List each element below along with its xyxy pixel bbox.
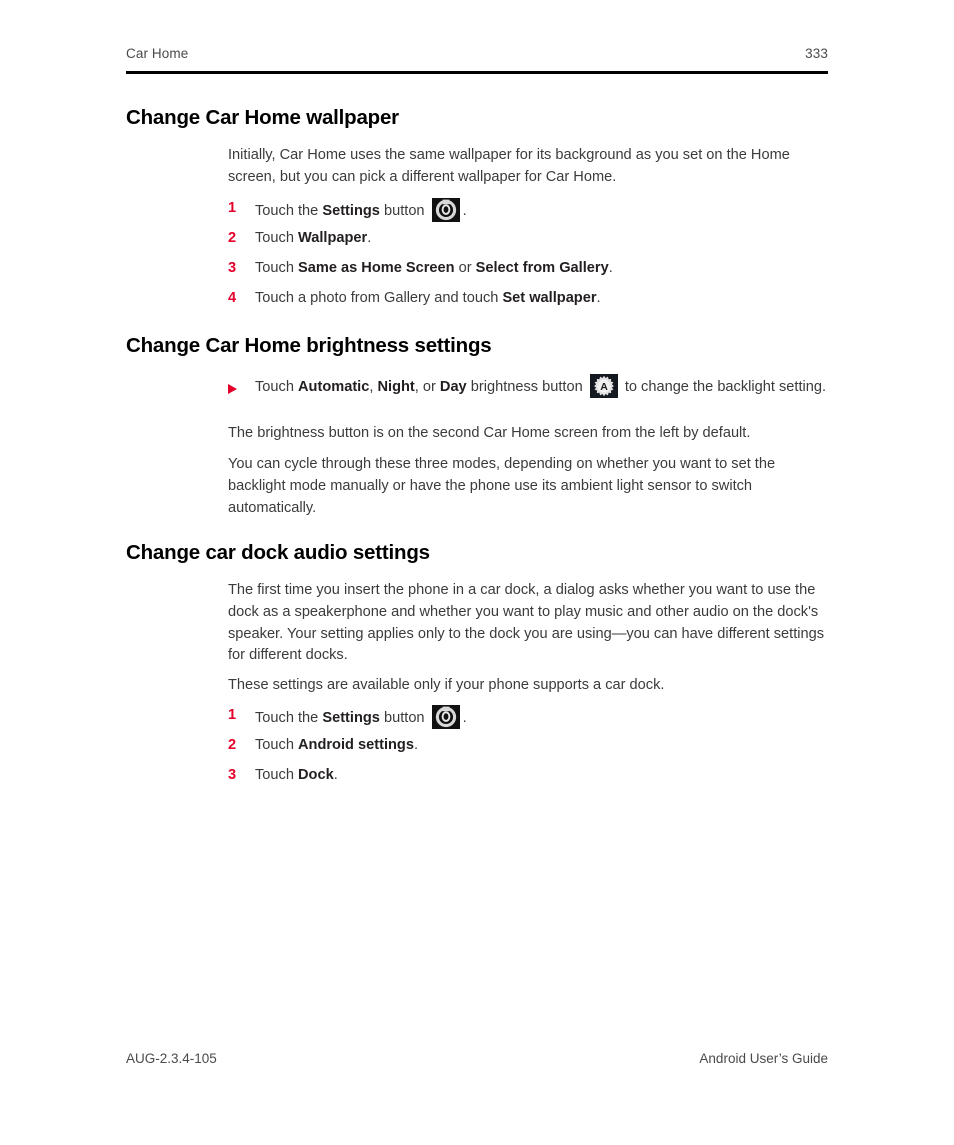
step-text-bold: Wallpaper: [298, 230, 368, 246]
page-footer: AUG-2.3.4-105 Android User’s Guide: [126, 1051, 828, 1066]
step-text-bold: Android settings: [298, 737, 414, 753]
step-text: Touch the Settings button .: [255, 705, 828, 730]
step-text-tail: .: [462, 203, 467, 219]
brightness-note-1: The brightness button is on the second C…: [228, 423, 828, 445]
step-number: 3: [228, 767, 237, 783]
step-text-post: button: [379, 710, 429, 726]
step-text-pre: Touch the: [255, 203, 323, 219]
dock-paragraph-1: The first time you insert the phone in a…: [228, 580, 828, 667]
step-text-pre: Touch: [255, 767, 298, 783]
bullet-text-mid: brightness button: [466, 379, 587, 395]
bullet-bold-automatic: Automatic: [298, 379, 370, 395]
wallpaper-step-2: 2 Touch Wallpaper.: [228, 228, 828, 250]
wallpaper-step-3: 3 Touch Same as Home Screen or Select fr…: [228, 258, 828, 280]
paragraph-text: These settings are available only if you…: [228, 677, 665, 693]
document-page: Car Home 333 Change Car Home wallpaper I…: [0, 0, 954, 1145]
step-text-bold-2: Select from Gallery: [475, 260, 609, 276]
step-text-mid: or: [454, 260, 476, 276]
header-chapter-title: Car Home: [126, 46, 189, 61]
heading-change-car-dock-audio-settings: Change car dock audio settings: [126, 541, 430, 564]
header-page-number: 333: [805, 46, 828, 61]
step-text-pre: Touch: [255, 230, 298, 246]
triangle-bullet-icon: [228, 374, 255, 402]
step-number: 2: [228, 737, 237, 753]
step-text-post: button: [379, 203, 429, 219]
step-text-post: .: [608, 260, 613, 276]
step-text: Touch Same as Home Screen or Select from…: [255, 258, 828, 280]
heading-change-car-home-brightness-settings: Change Car Home brightness settings: [126, 334, 492, 357]
step-text-pre: Touch: [255, 260, 298, 276]
paragraph-text: The brightness button is on the second C…: [228, 425, 751, 441]
bullet-bold-day: Day: [439, 379, 467, 395]
auto-brightness-icon: A: [589, 374, 618, 398]
bullet-text-post: to change the backlight setting.: [620, 379, 827, 395]
dock-paragraph-2: These settings are available only if you…: [228, 675, 828, 697]
dock-step-2: 2 Touch Android settings.: [228, 735, 828, 757]
step-text-pre: Touch: [255, 737, 298, 753]
wallpaper-step-1: 1 Touch the Settings button .: [228, 198, 828, 223]
step-text: Touch the Settings button .: [255, 198, 828, 223]
step-text-tail: .: [462, 710, 467, 726]
step-text-bold: Settings: [322, 203, 380, 219]
step-number: 2: [228, 230, 237, 246]
brightness-bullet-item: Touch Automatic, Night, or Day brightnes…: [228, 374, 828, 402]
step-text-post: .: [367, 230, 372, 246]
step-text-bold: Set wallpaper: [502, 290, 597, 306]
heading-change-car-home-wallpaper: Change Car Home wallpaper: [126, 106, 399, 129]
step-text-bold: Dock: [298, 767, 334, 783]
step-number: 1: [228, 707, 237, 723]
bullet-text: Touch Automatic, Night, or Day brightnes…: [255, 374, 828, 399]
step-text: Touch a photo from Gallery and touch Set…: [255, 288, 828, 310]
brightness-note-2: You can cycle through these three modes,…: [228, 454, 828, 519]
step-text: Touch Dock.: [255, 765, 828, 787]
bullet-bold-night: Night: [377, 379, 415, 395]
svg-text:A: A: [600, 381, 608, 393]
wallpaper-intro-paragraph: Initially, Car Home uses the same wallpa…: [228, 145, 828, 189]
step-number: 1: [228, 200, 237, 216]
bullet-sep-2: , or: [414, 379, 440, 395]
step-text: Touch Android settings.: [255, 735, 828, 757]
paragraph-text: The first time you insert the phone in a…: [228, 582, 825, 664]
step-number: 3: [228, 260, 237, 276]
step-text-bold: Settings: [322, 710, 380, 726]
settings-gear-icon: [431, 705, 460, 729]
header-divider-rule: [126, 71, 828, 74]
step-number: 4: [228, 290, 237, 306]
footer-guide-title: Android User’s Guide: [699, 1051, 828, 1066]
step-text: Touch Wallpaper.: [255, 228, 828, 250]
bullet-text-pre: Touch: [255, 379, 298, 395]
step-text-pre: Touch a photo from Gallery and touch: [255, 290, 503, 306]
step-text-bold: Same as Home Screen: [298, 260, 455, 276]
step-text-post: .: [413, 737, 419, 753]
wallpaper-step-4: 4 Touch a photo from Gallery and touch S…: [228, 288, 828, 310]
dock-step-3: 3 Touch Dock.: [228, 765, 828, 787]
paragraph-text: Initially, Car Home uses the same wallpa…: [228, 147, 790, 185]
step-text-post: .: [333, 767, 338, 783]
step-text-post: .: [596, 290, 601, 306]
paragraph-text: You can cycle through these three modes,…: [228, 456, 776, 516]
dock-step-1: 1 Touch the Settings button .: [228, 705, 828, 730]
settings-gear-icon: [431, 198, 460, 222]
step-text-pre: Touch the: [255, 710, 323, 726]
running-header: Car Home 333: [126, 46, 828, 61]
footer-document-id: AUG-2.3.4-105: [126, 1051, 217, 1066]
